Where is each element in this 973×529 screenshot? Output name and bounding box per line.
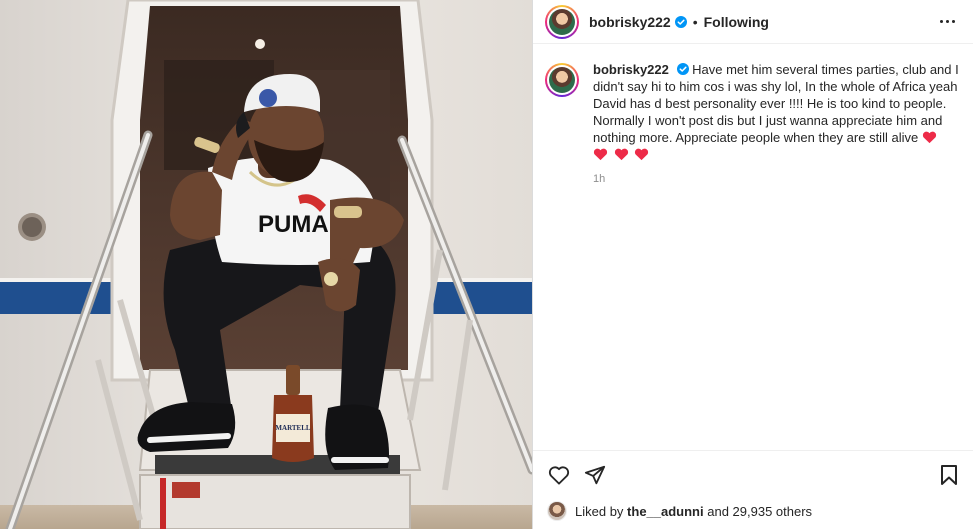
like-button[interactable]: [547, 463, 571, 487]
bookmark-icon: [941, 464, 957, 485]
likes-summary: Liked by the__adunni and 29,935 others: [547, 500, 812, 522]
post-image: PUMA MARTELL: [0, 0, 532, 529]
caption-text: bobrisky222 Have met him several times p…: [593, 61, 959, 163]
author-avatar-image: [549, 8, 575, 35]
author-username[interactable]: bobrisky222: [589, 14, 671, 30]
post-header: bobrisky222 • Following: [533, 0, 973, 44]
more-options-icon[interactable]: [935, 10, 959, 34]
shirt-logo-text: PUMA: [258, 211, 329, 238]
red-heart-emoji-icon: [614, 148, 628, 161]
caption-verified-badge-icon: [676, 63, 689, 75]
likes-count[interactable]: and 29,935 others: [707, 504, 812, 519]
comments-area: bobrisky222 Have met him several times p…: [533, 45, 973, 449]
post-timestamp[interactable]: 1h: [593, 173, 959, 185]
caption-row: bobrisky222 Have met him several times p…: [545, 61, 959, 163]
red-heart-emoji-icon: [635, 148, 649, 161]
following-button[interactable]: Following: [704, 14, 769, 30]
header-separator: •: [692, 13, 698, 30]
caption-author-avatar[interactable]: [545, 63, 579, 97]
liker-avatar[interactable]: [547, 501, 567, 521]
likes-prefix: Liked by: [575, 503, 624, 519]
post-photo[interactable]: PUMA MARTELL: [0, 0, 532, 529]
save-button[interactable]: [937, 463, 961, 487]
verified-badge-icon: [674, 15, 687, 28]
red-heart-emoji-icon: [922, 131, 936, 144]
heart-outline-icon: [548, 465, 570, 485]
caption-author-avatar-image: [549, 67, 575, 93]
bottle-label-text: MARTELL: [275, 424, 310, 432]
liker-username[interactable]: the__adunni: [627, 504, 704, 519]
paper-plane-icon: [584, 465, 606, 484]
author-avatar[interactable]: [545, 4, 579, 39]
action-bar: [533, 450, 973, 498]
post-side-panel: bobrisky222 • Following bobrisky222 Have…: [532, 0, 973, 529]
caption-username[interactable]: bobrisky222: [593, 62, 669, 77]
red-heart-emoji-icon: [593, 148, 608, 161]
share-button[interactable]: [583, 463, 607, 487]
